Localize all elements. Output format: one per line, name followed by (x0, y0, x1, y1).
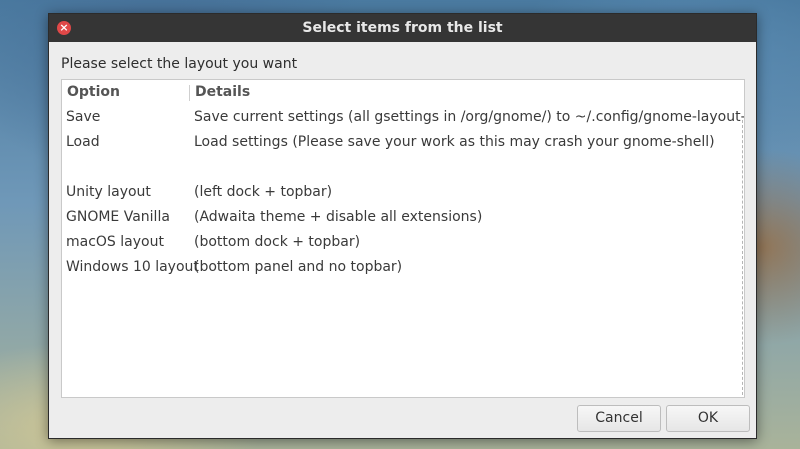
row-details: (left dock + topbar) (194, 184, 333, 200)
column-header-option[interactable]: Option (67, 84, 120, 100)
row-details: (Adwaita theme + disable all extensions) (194, 209, 483, 225)
row-details: (bottom dock + topbar) (194, 234, 361, 250)
list-row-macos[interactable]: macOS layout (bottom dock + topbar) (62, 230, 744, 255)
list-row-empty[interactable] (62, 155, 744, 180)
row-option: Windows 10 layout (66, 259, 199, 275)
row-option: GNOME Vanilla (66, 209, 170, 225)
row-details: Load settings (Please save your work as … (194, 134, 715, 150)
cancel-button[interactable]: Cancel (577, 405, 661, 432)
list-row-gnome-vanilla[interactable]: GNOME Vanilla (Adwaita theme + disable a… (62, 205, 744, 230)
row-option: macOS layout (66, 234, 164, 250)
column-separator (189, 85, 190, 101)
dialog-title: Select items from the list (302, 20, 503, 36)
row-option: Load (66, 134, 100, 150)
row-option: Save (66, 109, 101, 125)
layout-list: Option Details Save Save current setting… (61, 79, 745, 398)
row-details: Save current settings (all gsettings in … (194, 109, 744, 125)
row-details: (bottom panel and no topbar) (194, 259, 403, 275)
ok-button[interactable]: OK (666, 405, 750, 432)
select-items-dialog: × Select items from the list Please sele… (48, 13, 757, 439)
list-row-save[interactable]: Save Save current settings (all gsetting… (62, 105, 744, 130)
list-row-load[interactable]: Load Load settings (Please save your wor… (62, 130, 744, 155)
prompt-label: Please select the layout you want (61, 56, 298, 72)
list-header: Option Details (62, 80, 744, 105)
vertical-scrollbar[interactable] (742, 120, 743, 395)
row-option: Unity layout (66, 184, 151, 200)
list-row-unity[interactable]: Unity layout (left dock + topbar) (62, 180, 744, 205)
list-row-windows10[interactable]: Windows 10 layout (bottom panel and no t… (62, 255, 744, 280)
column-header-details[interactable]: Details (195, 84, 250, 100)
titlebar: × Select items from the list (49, 14, 756, 42)
